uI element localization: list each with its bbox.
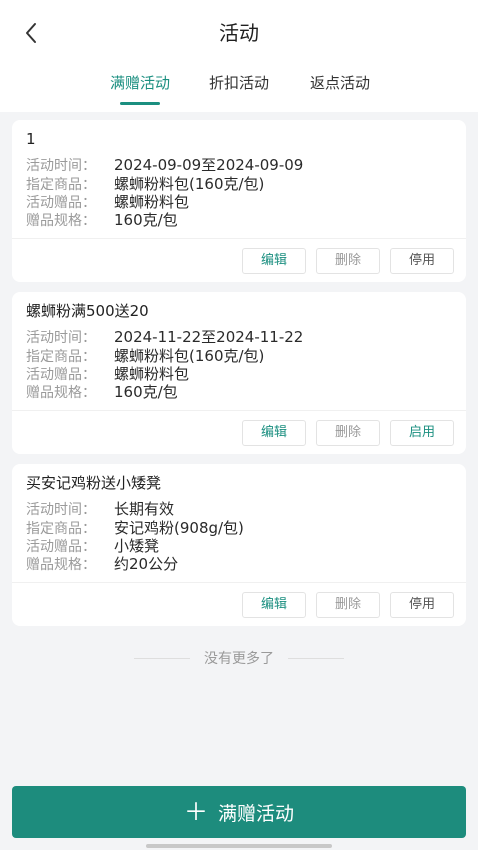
activity-spec-label: 赠品规格：: [26, 213, 96, 229]
card-divider: [12, 238, 466, 239]
activity-product-value: 螺蛳粉料包(160克/包): [114, 175, 265, 193]
activity-time-value: 2024-11-22至2024-11-22: [114, 328, 304, 346]
activity-spec-row: 赠品规格： 160克/包: [26, 211, 178, 229]
activity-spec-value: 160克/包: [114, 383, 178, 401]
activity-time-label: 活动时间：: [26, 158, 96, 174]
activity-product-label: 指定商品：: [26, 177, 96, 193]
activity-product-row: 指定商品： 螺蛳粉料包(160克/包): [26, 347, 264, 365]
edit-button[interactable]: 编辑: [242, 248, 306, 274]
activity-list: 1 活动时间： 2024-09-09至2024-09-09 指定商品： 螺蛳粉料包(…: [12, 120, 466, 636]
edit-button[interactable]: 编辑: [242, 420, 306, 446]
activity-card: 买安记鸡粉送小矮凳 活动时间： 长期有效 指定商品： 安记鸡粉(908g/包) 活动…: [12, 464, 466, 626]
activity-gift-value: 螺蛳粉料包: [114, 193, 190, 211]
tab-rebate[interactable]: 返点活动: [300, 66, 380, 100]
add-full-gift-activity-button[interactable]: ＋ 满赠活动: [12, 786, 466, 838]
page-title: 活动: [219, 21, 259, 45]
card-actions: 编辑 删除 停用: [242, 248, 454, 274]
list-end-note: 没有更多了: [0, 646, 478, 670]
activity-spec-label: 赠品规格：: [26, 557, 96, 573]
activity-spec-value: 160克/包: [114, 211, 178, 229]
activity-gift-row: 活动赠品： 螺蛳粉料包: [26, 193, 189, 211]
card-divider: [12, 582, 466, 583]
plus-icon: ＋: [183, 798, 208, 826]
tab-full-gift[interactable]: 满赠活动: [100, 66, 180, 100]
activity-spec-label: 赠品规格：: [26, 385, 96, 401]
activity-time-row: 活动时间： 2024-11-22至2024-11-22: [26, 328, 303, 346]
activity-spec-value: 约20公分: [114, 555, 179, 573]
activity-spec-row: 赠品规格： 160克/包: [26, 383, 178, 401]
disable-button[interactable]: 停用: [390, 248, 454, 274]
card-divider: [12, 410, 466, 411]
card-actions: 编辑 删除 停用: [242, 592, 454, 618]
activity-spec-row: 赠品规格： 约20公分: [26, 555, 178, 573]
activity-gift-row: 活动赠品： 小矮凳: [26, 537, 159, 555]
activity-title: 买安记鸡粉送小矮凳: [26, 474, 162, 492]
activity-product-label: 指定商品：: [26, 349, 96, 365]
home-indicator: [146, 844, 332, 848]
activity-time-value: 长期有效: [114, 500, 175, 518]
tab-bar: 满赠活动 折扣活动 返点活动: [0, 66, 478, 106]
activity-card: 螺蛳粉满500送20 活动时间： 2024-11-22至2024-11-22 指定…: [12, 292, 466, 454]
disable-button[interactable]: 停用: [390, 592, 454, 618]
tab-discount[interactable]: 折扣活动: [199, 66, 279, 100]
activity-product-row: 指定商品： 螺蛳粉料包(160克/包): [26, 175, 264, 193]
delete-button[interactable]: 删除: [316, 420, 380, 446]
activity-title: 1: [26, 130, 36, 148]
delete-button[interactable]: 删除: [316, 592, 380, 618]
activity-time-row: 活动时间： 长期有效: [26, 500, 174, 518]
activity-gift-value: 螺蛳粉料包: [114, 365, 190, 383]
activity-product-row: 指定商品： 安记鸡粉(908g/包): [26, 519, 244, 537]
activity-title: 螺蛳粉满500送20: [26, 302, 149, 320]
activity-time-value: 2024-09-09至2024-09-09: [114, 156, 304, 174]
activity-product-label: 指定商品：: [26, 521, 96, 537]
card-actions: 编辑 删除 启用: [242, 420, 454, 446]
active-tab-indicator: [120, 102, 160, 105]
activity-gift-label: 活动赠品：: [26, 195, 96, 211]
divider-line: [288, 657, 344, 659]
no-more-text: 没有更多了: [204, 651, 274, 667]
edit-button[interactable]: 编辑: [242, 592, 306, 618]
activity-product-value: 螺蛳粉料包(160克/包): [114, 347, 265, 365]
divider-line: [134, 657, 190, 659]
activity-gift-label: 活动赠品：: [26, 367, 96, 383]
activity-time-row: 活动时间： 2024-09-09至2024-09-09: [26, 156, 303, 174]
enable-button[interactable]: 启用: [390, 420, 454, 446]
activity-time-label: 活动时间：: [26, 502, 96, 518]
add-button-label: 满赠活动: [217, 802, 294, 825]
activity-gift-label: 活动赠品：: [26, 539, 96, 555]
activity-gift-row: 活动赠品： 螺蛳粉料包: [26, 365, 189, 383]
top-bar: 活动 满赠活动 折扣活动 返点活动: [0, 0, 478, 112]
activity-time-label: 活动时间：: [26, 330, 96, 346]
activity-card: 1 活动时间： 2024-09-09至2024-09-09 指定商品： 螺蛳粉料包(…: [12, 120, 466, 282]
activity-gift-value: 小矮凳: [114, 537, 160, 555]
delete-button[interactable]: 删除: [316, 248, 380, 274]
activity-product-value: 安记鸡粉(908g/包): [114, 519, 244, 537]
